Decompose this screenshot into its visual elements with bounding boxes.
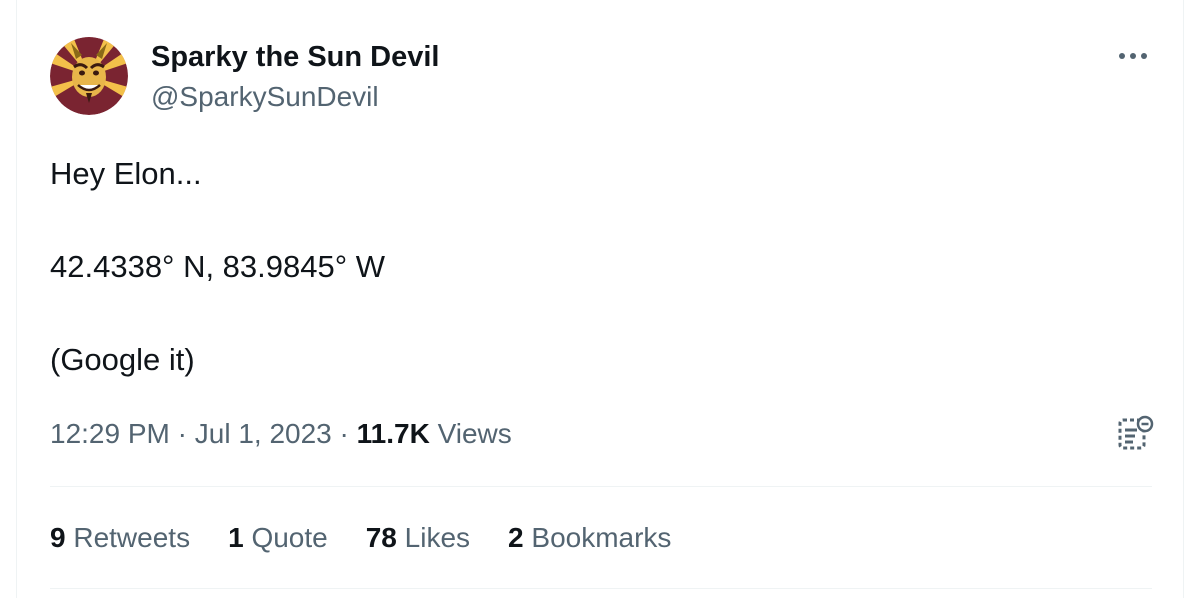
- more-horizontal-icon: [1119, 53, 1147, 59]
- tweet-metadata: 12:29 PM · Jul 1, 2023 · 11.7K Views: [50, 417, 512, 451]
- meta-separator: ·: [339, 418, 349, 449]
- stat-count: 78: [365, 522, 397, 553]
- stat-label: Retweets: [73, 522, 191, 553]
- tweet-time[interactable]: 12:29 PM: [50, 418, 170, 449]
- stat-label: Likes: [404, 522, 471, 553]
- divider: [50, 486, 1152, 487]
- author-display-name[interactable]: Sparky the Sun Devil: [151, 40, 440, 74]
- sun-devil-mascot-icon: [50, 37, 128, 115]
- divider: [50, 588, 1152, 589]
- more-options-button[interactable]: [1107, 38, 1159, 74]
- tweet-text-line: Hey Elon...: [50, 156, 202, 191]
- tweet-text-line: 42.4338° N, 83.9845° W: [50, 249, 386, 284]
- analytics-button[interactable]: [1115, 414, 1155, 454]
- avatar[interactable]: [50, 37, 128, 115]
- engagement-stats: 9 Retweets 1 Quote 78 Likes 2 Bookmarks: [50, 521, 671, 555]
- tweet-date[interactable]: Jul 1, 2023: [195, 418, 332, 449]
- tweet-text-line: (Google it): [50, 342, 195, 377]
- views-label: Views: [437, 418, 512, 449]
- stat-count: 9: [50, 522, 66, 553]
- analytics-icon: [1118, 415, 1154, 450]
- stat-likes[interactable]: 78 Likes: [366, 521, 470, 555]
- stat-count: 1: [228, 522, 244, 553]
- views-count: 11.7K: [356, 418, 430, 449]
- stat-label: Bookmarks: [531, 522, 672, 553]
- stat-retweets[interactable]: 9 Retweets: [50, 521, 190, 555]
- tweet-card: Sparky the Sun Devil @SparkySunDevil Hey…: [16, 0, 1184, 598]
- author-handle[interactable]: @SparkySunDevil: [151, 80, 379, 114]
- meta-separator: ·: [177, 418, 187, 449]
- stat-quotes[interactable]: 1 Quote: [228, 521, 328, 555]
- stat-label: Quote: [251, 522, 328, 553]
- stat-bookmarks[interactable]: 2 Bookmarks: [508, 521, 671, 555]
- stat-count: 2: [508, 522, 524, 553]
